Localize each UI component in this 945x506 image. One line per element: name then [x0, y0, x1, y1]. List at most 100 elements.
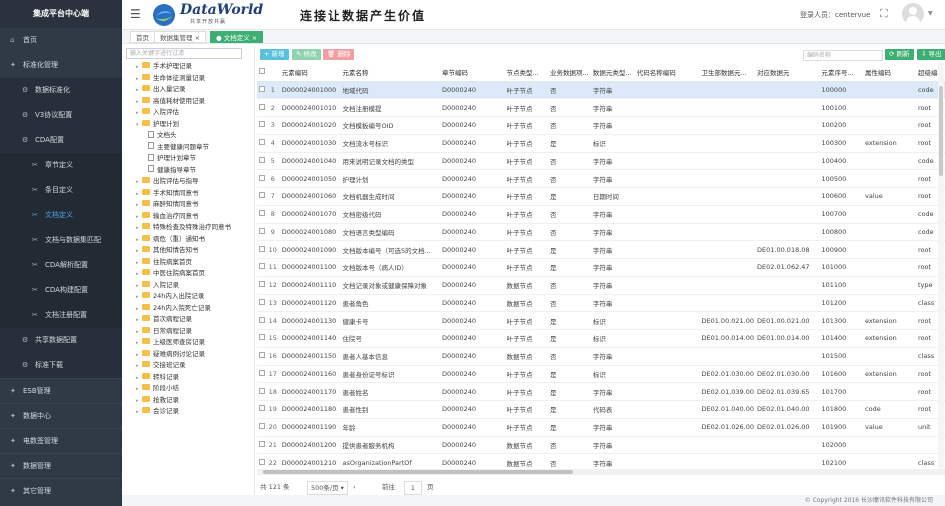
edit-button[interactable]: ✎ 修改 — [292, 49, 321, 60]
tree-node[interactable]: ▸ 上级医师查房记录 — [122, 337, 246, 349]
table-row[interactable]: 1 D000024001000 地域代码 D0000240 叶子节点否字符串 100000… — [257, 81, 945, 100]
tree-node[interactable]: ▸ 首次病程记录 — [122, 314, 246, 326]
table-row[interactable]: 13 D000024001120 患者角色 D0000240 数据节点否字符串 10120… — [257, 294, 945, 313]
sidebar-item[interactable]: ✂ 条目定义 — [0, 178, 122, 203]
row-checkbox[interactable] — [259, 85, 265, 92]
row-checkbox[interactable] — [259, 210, 265, 217]
sidebar-item[interactable]: ⚙ 数据标准化 — [0, 78, 122, 103]
tree-filter-input[interactable]: 输入关键字进行过滤 — [126, 48, 242, 59]
table-row[interactable]: 21 D000024001200 提供患者服务机构 D0000240 数据节点否字符串 1… — [257, 436, 945, 455]
table-row[interactable]: 8 D000024001070 文档密级代码 D0000240 叶子节点否字符串 1007… — [257, 205, 945, 224]
tree-node[interactable]: ▸ 入院记录 — [122, 280, 246, 292]
row-checkbox-cell[interactable] — [257, 436, 267, 455]
table-row[interactable]: 17 D000024001160 患者身份证号标识 D0000240 叶子节点是标识 DE… — [257, 365, 945, 384]
tree-node[interactable]: 护理计划章节 — [122, 153, 246, 165]
row-checkbox[interactable] — [259, 281, 265, 288]
row-checkbox[interactable] — [259, 227, 265, 234]
table-row[interactable]: 18 D000024001170 患者姓名 D0000240 叶子节点是字符串 DE02.… — [257, 382, 945, 401]
table-horizontal-scrollbar-thumb[interactable] — [263, 470, 573, 474]
column-header[interactable]: 对应数据元 — [754, 64, 819, 82]
row-checkbox-cell[interactable] — [257, 152, 267, 171]
row-checkbox[interactable] — [259, 334, 265, 341]
select-all-checkbox[interactable] — [259, 68, 265, 75]
column-header[interactable]: 卫生部数据元... — [698, 64, 755, 82]
row-checkbox[interactable] — [259, 369, 265, 376]
tree-node[interactable]: ▸ 其他知情告知书 — [122, 245, 246, 257]
sidebar-item[interactable]: ✦ 其它管理 — [0, 478, 122, 503]
sidebar-item[interactable]: ✂ 章节定义 — [0, 153, 122, 178]
row-checkbox-cell[interactable] — [257, 329, 267, 348]
tree-node[interactable]: ▸ 入院评估 — [122, 107, 246, 119]
row-checkbox-cell[interactable] — [257, 240, 267, 259]
tree-node[interactable]: ▸ 高值耗材使用记录 — [122, 96, 246, 108]
row-checkbox-cell[interactable] — [257, 347, 267, 366]
add-button[interactable]: + 新增 — [260, 49, 289, 60]
row-checkbox[interactable] — [259, 121, 265, 128]
row-checkbox-cell[interactable] — [257, 365, 267, 384]
tree-node[interactable]: ▸ 转科记录 — [122, 372, 246, 384]
chevron-down-icon[interactable]: ▼ — [928, 10, 933, 17]
table-row[interactable]: 11 D000024001100 文档版本号（病人ID） D0000240 叶子节点是字… — [257, 258, 945, 277]
tree-node[interactable]: ▸ 疑难病例讨论记录 — [122, 349, 246, 361]
tree-node[interactable]: ▸ 出入量记录 — [122, 84, 246, 96]
menu-toggle-icon[interactable]: ☰ — [130, 7, 141, 21]
table-row[interactable]: 7 D000024001060 文档机器生成时间 D0000240 叶子节点是日期时间 1… — [257, 187, 945, 206]
row-checkbox-cell[interactable] — [257, 134, 267, 153]
row-checkbox[interactable] — [259, 156, 265, 163]
table-row[interactable]: 20 D000024001190 年龄 D0000240 叶子节点是字符串 DE02.01… — [257, 418, 945, 437]
row-checkbox[interactable] — [259, 316, 265, 323]
tree-node[interactable]: ▸ 出院评估与指导 — [122, 176, 246, 188]
sidebar-item[interactable]: ⚙ CDA配置 — [0, 128, 122, 153]
row-checkbox-cell[interactable] — [257, 258, 267, 277]
tree-node[interactable]: ▸ 阶段小结 — [122, 383, 246, 395]
table-scrollbar-thumb[interactable] — [939, 86, 943, 176]
row-checkbox-cell[interactable] — [257, 294, 267, 313]
row-checkbox-cell[interactable] — [257, 418, 267, 437]
table-row[interactable]: 19 D000024001180 患者性别 D0000240 叶子节点是代码表 DE02.… — [257, 400, 945, 419]
column-header[interactable]: 元素名称 — [339, 64, 440, 82]
table-row[interactable]: 10 D000024001090 文档版本编号（可选5的文档... D0000240 叶… — [257, 240, 945, 259]
row-checkbox-cell[interactable] — [257, 116, 267, 135]
table-row[interactable]: 4 D000024001030 文档流水号标识 D0000240 叶子节点是标识 1003… — [257, 134, 945, 153]
tree-node[interactable]: ▸ 中医住院病案首页 — [122, 268, 246, 280]
tree-node[interactable]: ▸ 手术知情同意书 — [122, 188, 246, 200]
tree-node[interactable]: 主要健康问题章节 — [122, 142, 246, 154]
sidebar-item[interactable]: ⌂ 首页 — [0, 28, 122, 53]
table-row[interactable]: 6 D000024001050 护理计划 D0000240 叶子节点否字符串 100500… — [257, 169, 945, 188]
row-checkbox[interactable] — [259, 458, 265, 465]
sidebar-item[interactable]: ✂ CDA构建配置 — [0, 278, 122, 303]
row-checkbox-cell[interactable] — [257, 382, 267, 401]
tree-node[interactable]: ▸ 生命体征测量记录 — [122, 73, 246, 85]
row-checkbox[interactable] — [259, 174, 265, 181]
tree-node[interactable]: ▸ 输血治疗同意书 — [122, 211, 246, 223]
sidebar-item[interactable]: ✂ 文档注册配置 — [0, 303, 122, 328]
table-row[interactable]: 5 D000024001040 用来说明记录文档的类型 D0000240 叶子节点否字符… — [257, 152, 945, 171]
page-size-select[interactable]: 500条/页 ▾ — [307, 481, 348, 495]
export-button[interactable]: ⇩ 导出 — [917, 49, 945, 60]
tree-node[interactable]: 健康指导章节 — [122, 165, 246, 177]
tree-node[interactable]: ▾ 护理计划 — [122, 119, 246, 131]
search-input[interactable]: 编码名称 — [803, 50, 883, 61]
tab-dataset-manage[interactable]: 数据集管理 × — [154, 31, 207, 43]
delete-button[interactable]: 🗑 删除 — [323, 49, 355, 60]
tree-node[interactable]: ▸ 手术护理记录 — [122, 61, 246, 73]
prev-page-button[interactable]: ‹ — [353, 481, 356, 493]
fullscreen-icon[interactable]: ⛶ — [880, 7, 888, 21]
row-checkbox[interactable] — [259, 423, 265, 430]
row-checkbox[interactable] — [259, 103, 265, 110]
tree-node[interactable]: ▸ 24h内入院死亡记录 — [122, 303, 246, 315]
page-input[interactable]: 1 — [404, 481, 422, 495]
tree-node[interactable]: ▸ 抢救记录 — [122, 395, 246, 407]
sidebar-item[interactable]: ✦ ESB管理 — [0, 378, 122, 403]
tab-home[interactable]: 首页 — [130, 31, 155, 43]
column-header[interactable] — [266, 64, 279, 82]
tree-node[interactable]: ▸ 会诊记录 — [122, 406, 246, 418]
sidebar-item[interactable]: ✂ CDA解析配置 — [0, 253, 122, 278]
sidebar-item[interactable]: ✂ 文档与数据集匹配 — [0, 228, 122, 253]
column-header[interactable]: 元素编码 — [278, 64, 340, 82]
sidebar-item[interactable]: ⚙ 共享数据配置 — [0, 328, 122, 353]
table-row[interactable]: 9 D000024001080 文档语言类型编码 D0000240 叶子节点否字符串 10… — [257, 223, 945, 242]
column-header[interactable]: 属性编码 — [862, 64, 915, 82]
sidebar-item[interactable]: ✂ 文档定义 — [0, 203, 122, 228]
column-header[interactable]: 章节编码 — [439, 64, 504, 82]
